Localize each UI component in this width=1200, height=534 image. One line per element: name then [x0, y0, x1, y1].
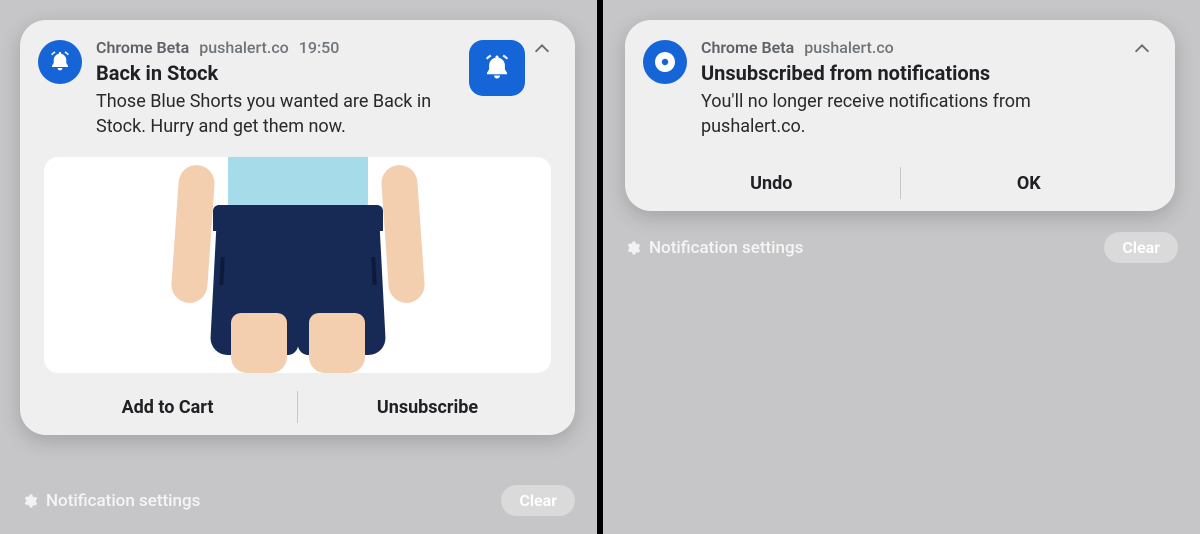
app-name: Chrome Beta — [96, 38, 189, 57]
ok-button[interactable]: OK — [901, 155, 1158, 211]
action-row: Undo OK — [643, 155, 1157, 211]
notification-meta: Chrome Beta pushalert.co — [701, 38, 1125, 57]
domain-name: pushalert.co — [804, 38, 894, 57]
settings-label: Notification settings — [649, 238, 803, 258]
undo-button[interactable]: Undo — [643, 155, 900, 211]
collapse-chevron-icon[interactable] — [1131, 38, 1157, 64]
clear-button[interactable]: Clear — [501, 485, 575, 516]
timestamp: 19:50 — [299, 38, 340, 57]
panel-right: Chrome Beta pushalert.co Unsubscribed fr… — [600, 0, 1200, 534]
unsubscribe-button[interactable]: Unsubscribe — [298, 379, 557, 435]
notification-title: Unsubscribed from notifications — [701, 61, 1125, 85]
add-to-cart-button[interactable]: Add to Cart — [38, 379, 297, 435]
settings-label: Notification settings — [46, 491, 200, 511]
card-header: Chrome Beta pushalert.co 19:50 Back in S… — [38, 38, 557, 139]
card-header: Chrome Beta pushalert.co Unsubscribed fr… — [643, 38, 1157, 139]
notification-footer: Notification settings Clear — [625, 232, 1178, 263]
notification-footer: Notification settings Clear — [22, 485, 575, 516]
domain-name: pushalert.co — [199, 38, 289, 57]
notification-meta: Chrome Beta pushalert.co 19:50 — [96, 38, 459, 57]
collapse-chevron-icon[interactable] — [531, 38, 557, 64]
notification-title: Back in Stock — [96, 61, 459, 85]
gear-icon — [625, 240, 641, 256]
notification-settings-link[interactable]: Notification settings — [22, 491, 200, 511]
notification-settings-link[interactable]: Notification settings — [625, 238, 803, 258]
notification-body: You'll no longer receive notifications f… — [701, 89, 1125, 139]
notification-card[interactable]: Chrome Beta pushalert.co Unsubscribed fr… — [625, 20, 1175, 211]
bell-icon — [38, 40, 82, 84]
app-name: Chrome Beta — [701, 38, 794, 57]
chrome-icon — [643, 40, 687, 84]
notification-body: Those Blue Shorts you wanted are Back in… — [96, 89, 459, 139]
notification-image — [44, 157, 551, 373]
notification-card[interactable]: Chrome Beta pushalert.co 19:50 Back in S… — [20, 20, 575, 435]
gear-icon — [22, 493, 38, 509]
thumbnail-bell-icon — [469, 40, 525, 96]
action-row: Add to Cart Unsubscribe — [38, 379, 557, 435]
clear-button[interactable]: Clear — [1104, 232, 1178, 263]
panel-left: Chrome Beta pushalert.co 19:50 Back in S… — [0, 0, 600, 534]
